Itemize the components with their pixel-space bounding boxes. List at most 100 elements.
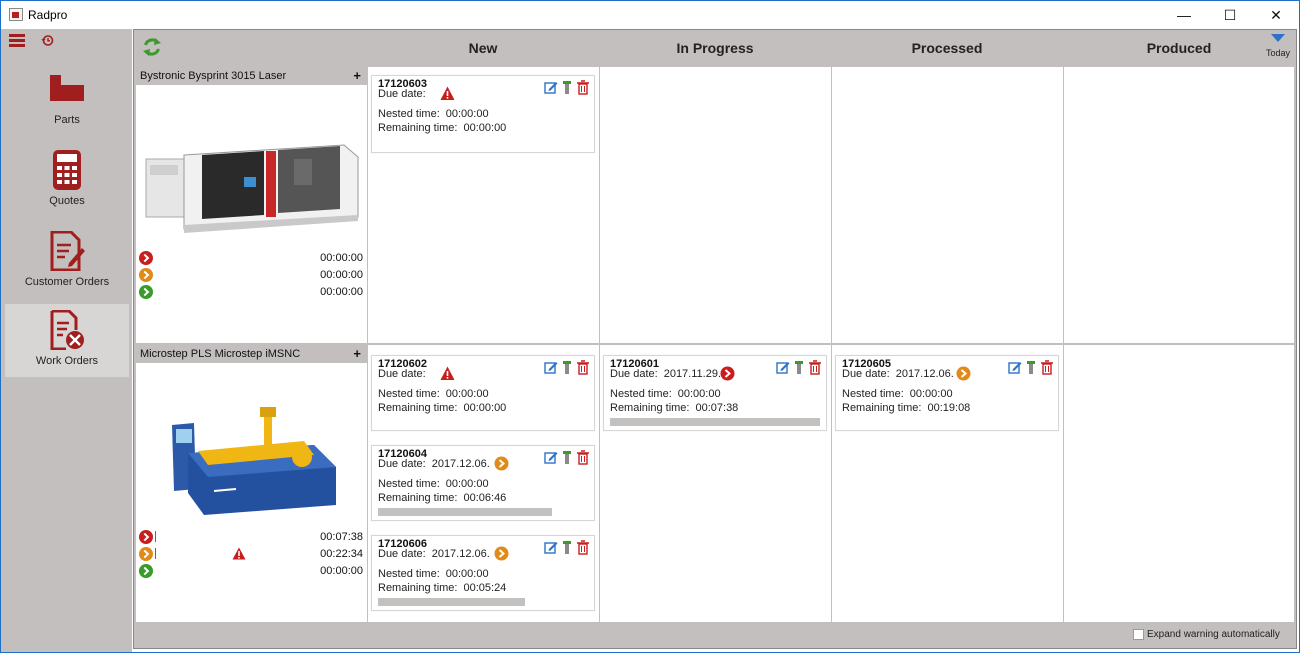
sidebar: Parts Quotes Customer Orders Work Orders bbox=[1, 29, 132, 652]
progress-bar bbox=[378, 508, 552, 516]
minimize-button[interactable]: — bbox=[1161, 1, 1207, 29]
lane-produced-machine-1[interactable] bbox=[1064, 67, 1294, 343]
remaining-time-row: Remaining time: 00:07:38 bbox=[610, 402, 739, 414]
machine-panel: Bystronic Bysprint 3015 Laser + 00:00:00 bbox=[136, 67, 367, 343]
column-header-new: New bbox=[468, 40, 498, 56]
edit-icon[interactable] bbox=[776, 360, 790, 375]
delete-icon[interactable] bbox=[576, 450, 590, 465]
machine-stat-late: 00:07:38 bbox=[139, 529, 363, 545]
machine-stat-warning: 00:00:00 bbox=[139, 267, 363, 283]
due-date-row: Due date: 2017.12.06. bbox=[378, 548, 490, 560]
work-order-card[interactable]: 17120605 Due date: 2017.12.06. Nested tim… bbox=[835, 355, 1059, 431]
remaining-time-row: Remaining time: 00:06:46 bbox=[378, 492, 507, 504]
today-button[interactable]: Today bbox=[1264, 32, 1292, 60]
stat-time: 00:07:38 bbox=[320, 531, 363, 543]
nested-time-row: Nested time: 00:00:00 bbox=[378, 568, 489, 580]
work-order-card[interactable]: 17120604 Due date: 2017.12.06. Nested tim… bbox=[371, 445, 595, 521]
sidebar-item-label: Work Orders bbox=[35, 355, 99, 367]
stat-indicator bbox=[155, 548, 156, 559]
card-actions bbox=[542, 450, 592, 466]
assign-tool-icon[interactable] bbox=[792, 360, 806, 375]
stat-time: 00:22:34 bbox=[320, 548, 363, 560]
edit-icon[interactable] bbox=[544, 80, 558, 95]
sidebar-item-parts[interactable]: Parts bbox=[5, 63, 129, 136]
remaining-time-value: 00:00:00 bbox=[463, 122, 507, 134]
history-icon[interactable] bbox=[41, 34, 54, 47]
machine-name: Microstep PLS Microstep iMSNC bbox=[140, 348, 301, 360]
remaining-time-value: 00:06:46 bbox=[463, 492, 507, 504]
remaining-time-value: 00:07:38 bbox=[695, 402, 739, 414]
add-work-order-button[interactable]: + bbox=[353, 68, 361, 83]
lane-in-progress-machine-1[interactable] bbox=[600, 67, 831, 343]
plasma-machine-image bbox=[172, 407, 336, 515]
maximize-button[interactable]: ☐ bbox=[1207, 1, 1253, 29]
nested-time-value: 00:00:00 bbox=[445, 478, 489, 490]
delete-icon[interactable] bbox=[576, 540, 590, 555]
assign-tool-icon[interactable] bbox=[560, 80, 574, 95]
nested-time-value: 00:00:00 bbox=[445, 108, 489, 120]
edit-icon[interactable] bbox=[544, 540, 558, 555]
lane-produced-machine-2[interactable] bbox=[1064, 345, 1294, 622]
progress-bar bbox=[610, 418, 820, 426]
machine-panel: Microstep PLS Microstep iMSNC + 00:07:38 bbox=[136, 345, 367, 622]
title-bar: Radpro — ☐ ✕ bbox=[1, 1, 1299, 29]
expand-warning-checkbox[interactable] bbox=[1133, 629, 1144, 640]
assign-tool-icon[interactable] bbox=[560, 360, 574, 375]
warning-status-icon bbox=[139, 547, 153, 561]
assign-tool-icon[interactable] bbox=[1024, 360, 1038, 375]
delete-icon[interactable] bbox=[808, 360, 822, 375]
edit-icon[interactable] bbox=[544, 450, 558, 465]
sidebar-item-customer-orders[interactable]: Customer Orders bbox=[5, 225, 129, 298]
due-soon-status-icon bbox=[956, 366, 971, 381]
work-orders-icon bbox=[50, 310, 84, 350]
hamburger-menu-icon[interactable] bbox=[9, 34, 25, 47]
column-header-in-progress: In Progress bbox=[676, 40, 754, 56]
calculator-icon bbox=[53, 150, 81, 190]
scroll-to-today-icon bbox=[1271, 34, 1285, 42]
work-order-card[interactable]: 17120606 Due date: 2017.12.06. Nested tim… bbox=[371, 535, 595, 611]
remaining-time-row: Remaining time: 00:05:24 bbox=[378, 582, 507, 594]
remaining-time-value: 00:00:00 bbox=[463, 402, 507, 414]
due-soon-status-icon bbox=[494, 546, 509, 561]
stat-indicator bbox=[155, 531, 156, 542]
lane-processed-machine-1[interactable] bbox=[832, 67, 1063, 343]
machine-stat-warning: 00:22:34 bbox=[139, 546, 363, 562]
app-logo-icon bbox=[9, 8, 23, 21]
card-actions bbox=[542, 540, 592, 556]
column-header-processed: Processed bbox=[911, 40, 983, 56]
edit-icon[interactable] bbox=[1008, 360, 1022, 375]
assign-tool-icon[interactable] bbox=[560, 450, 574, 465]
refresh-icon[interactable] bbox=[142, 37, 162, 57]
due-soon-status-icon bbox=[494, 456, 509, 471]
warning-status-icon bbox=[139, 268, 153, 282]
delete-icon[interactable] bbox=[576, 80, 590, 95]
sidebar-item-work-orders[interactable]: Work Orders bbox=[5, 304, 129, 377]
machine-stat-late: 00:00:00 bbox=[139, 250, 363, 266]
work-order-card[interactable]: 17120601 Due date: 2017.11.29. Nested tim… bbox=[603, 355, 827, 431]
delete-icon[interactable] bbox=[576, 360, 590, 375]
nested-time-row: Nested time: 00:00:00 bbox=[378, 388, 489, 400]
window-title: Radpro bbox=[28, 8, 68, 22]
late-status-icon bbox=[139, 530, 153, 544]
assign-tool-icon[interactable] bbox=[560, 540, 574, 555]
sidebar-item-label: Quotes bbox=[49, 195, 85, 207]
add-work-order-button[interactable]: + bbox=[353, 346, 361, 361]
card-actions bbox=[774, 360, 824, 376]
due-date-value: 2017.12.06. bbox=[431, 458, 490, 470]
due-date-value: 2017.12.06. bbox=[895, 368, 954, 380]
delete-icon[interactable] bbox=[1040, 360, 1054, 375]
warning-triangle-icon bbox=[440, 86, 455, 100]
due-date-value: 2017.12.06. bbox=[431, 548, 490, 560]
nested-time-row: Nested time: 00:00:00 bbox=[610, 388, 721, 400]
close-button[interactable]: ✕ bbox=[1253, 1, 1299, 29]
edit-icon[interactable] bbox=[544, 360, 558, 375]
work-order-card[interactable]: 17120603 Due date: Nested time: 00:00:00 … bbox=[371, 75, 595, 153]
work-order-card[interactable]: 17120602 Due date: Nested time: 00:00:00 … bbox=[371, 355, 595, 431]
ok-status-icon bbox=[139, 564, 153, 578]
nested-time-row: Nested time: 00:00:00 bbox=[378, 108, 489, 120]
machine-header: Microstep PLS Microstep iMSNC + bbox=[136, 345, 367, 363]
stat-time: 00:00:00 bbox=[320, 252, 363, 264]
sidebar-item-quotes[interactable]: Quotes bbox=[5, 144, 129, 217]
nested-time-value: 00:00:00 bbox=[909, 388, 953, 400]
remaining-time-value: 00:19:08 bbox=[927, 402, 971, 414]
